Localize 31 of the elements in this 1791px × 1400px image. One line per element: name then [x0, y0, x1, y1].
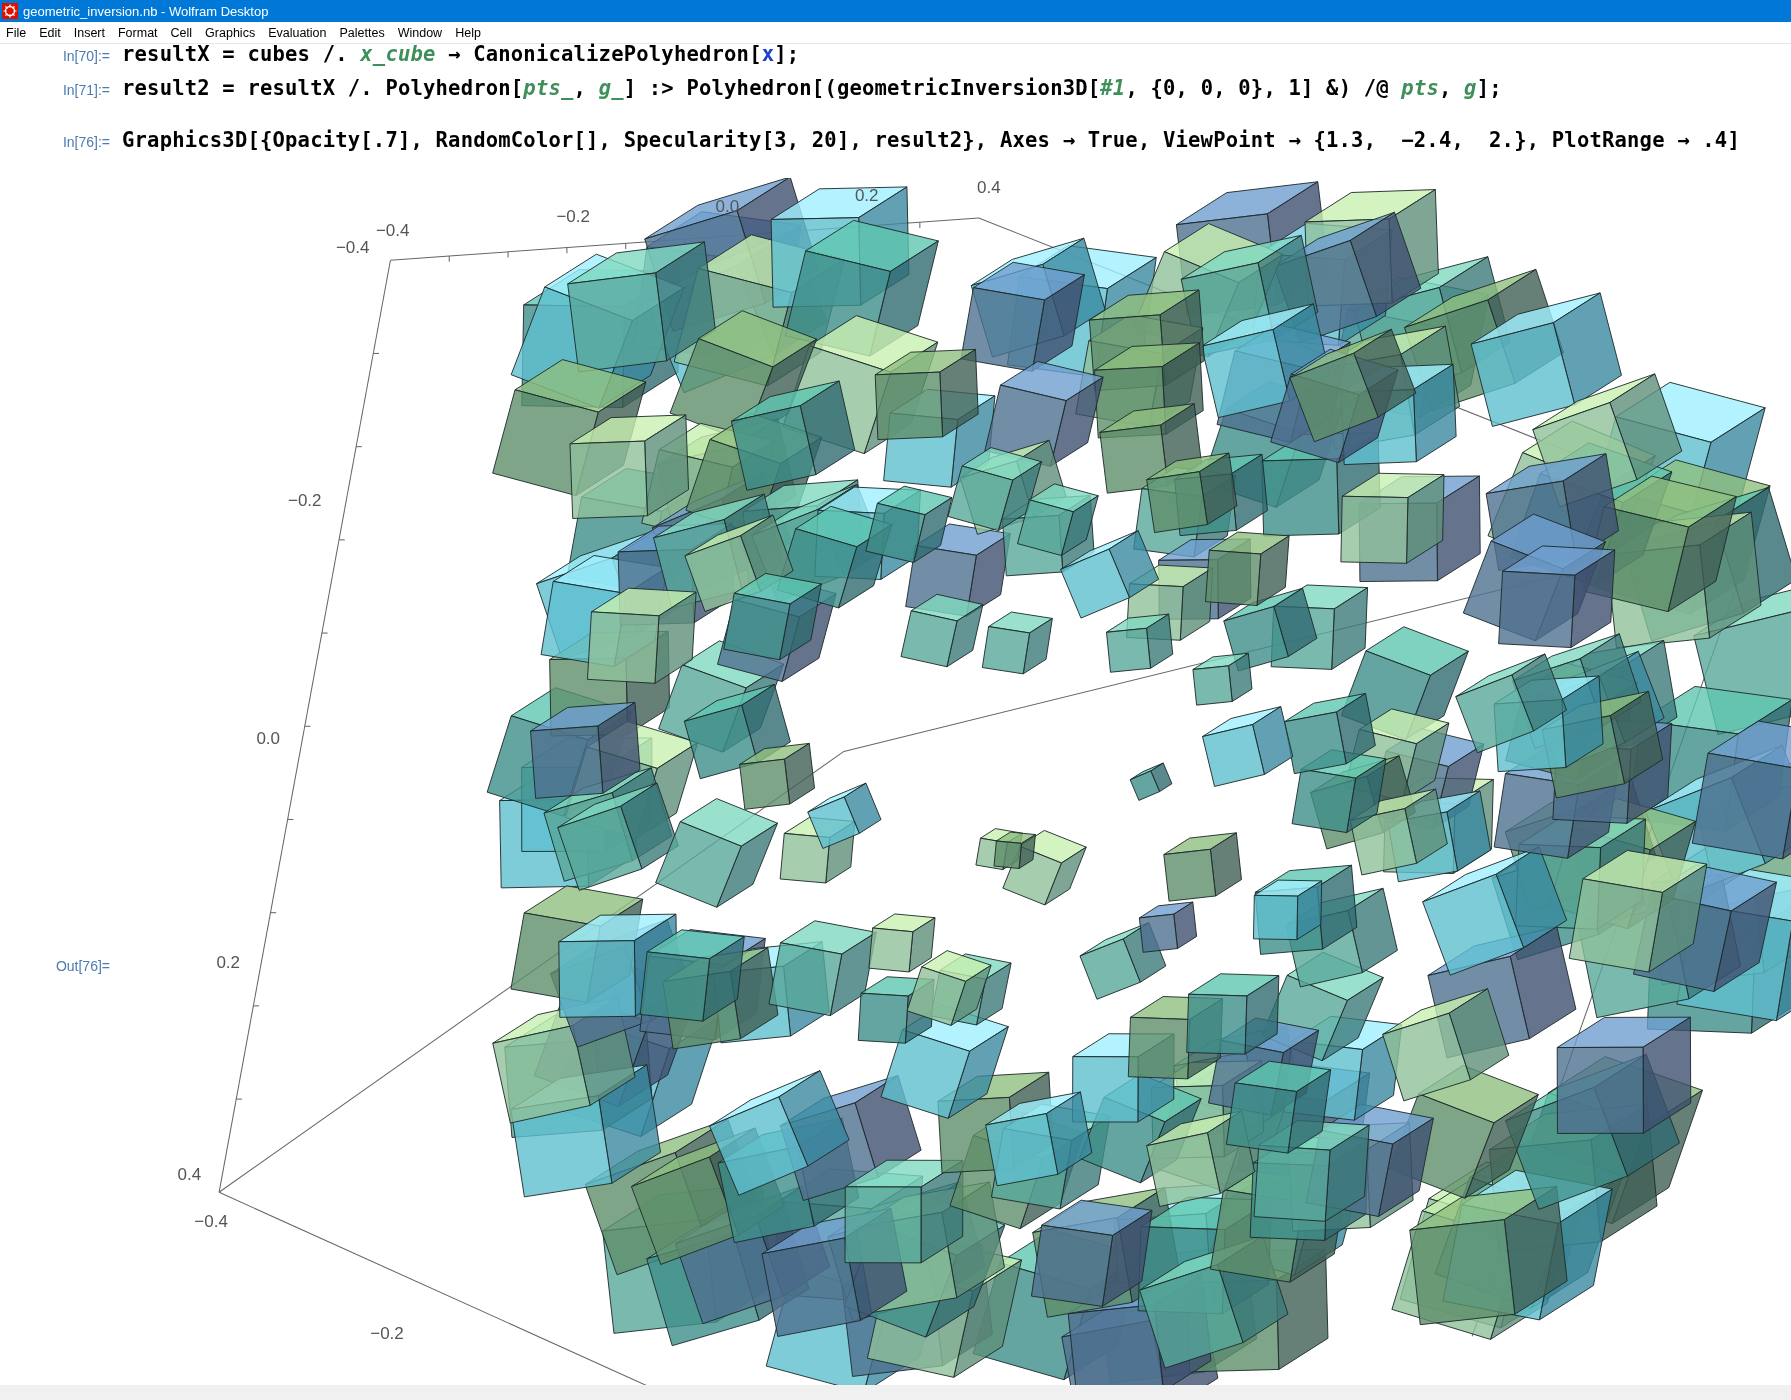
axis-tick-label: −0.4	[194, 1212, 228, 1232]
axis-tick-label: 0.0	[715, 196, 740, 217]
window-title: geometric_inversion.nb - Wolfram Desktop	[23, 3, 269, 19]
menu-item[interactable]: File	[6, 25, 27, 40]
input-label: In[71]:=	[61, 82, 111, 98]
menu-item[interactable]: Cell	[170, 25, 193, 40]
code-line[interactable]: resultX = cubes /. x_cube → CanonicalizePolyhedron[x];	[122, 42, 800, 66]
axis-tick-label: −0.2	[556, 206, 590, 227]
output-label: Out[76]=	[54, 957, 111, 976]
menu-item[interactable]: Palettes	[339, 25, 385, 40]
axis-tick-label: 0.2	[854, 186, 879, 207]
menu-item[interactable]: Edit	[39, 25, 61, 40]
axis-tick-label: −0.2	[287, 491, 322, 512]
menu-item[interactable]: Window	[397, 25, 443, 40]
menu-item[interactable]: Graphics	[205, 25, 256, 40]
axis-tick-label: −0.2	[370, 1323, 404, 1344]
menu-item[interactable]: Insert	[73, 25, 105, 40]
menu-item[interactable]: Format	[117, 25, 158, 40]
code-line[interactable]: result2 = resultX /. Polyhedron[pts_, g_] :> Polyhedron[(geometricInversion3D[#1, {0, 0, 0}, 1] &) /@ pts, g];	[122, 76, 1502, 100]
axis-tick-label: 0.4	[177, 1165, 202, 1186]
app-logo-icon	[2, 3, 18, 19]
axis-tick-label: −0.4	[335, 237, 370, 258]
input-label: In[76]:=	[61, 134, 111, 150]
axis-tick-label: 0.2	[216, 952, 241, 973]
menu-item[interactable]: Evaluation	[268, 25, 327, 40]
menu-item[interactable]: Help	[455, 25, 481, 40]
input-label: In[70]:=	[61, 48, 111, 64]
axis-tick-label: 0.0	[256, 728, 280, 749]
code-line[interactable]: Graphics3D[{Opacity[.7], RandomColor[], Specularity[3, 20], result2}, Axes → True, ViewPoint → {1.3, −2.4, 2.}, PlotRange → .4]	[122, 128, 1740, 152]
axis-tick-label: 0.4	[977, 178, 1001, 199]
axis-tick-label: −0.4	[375, 220, 410, 241]
